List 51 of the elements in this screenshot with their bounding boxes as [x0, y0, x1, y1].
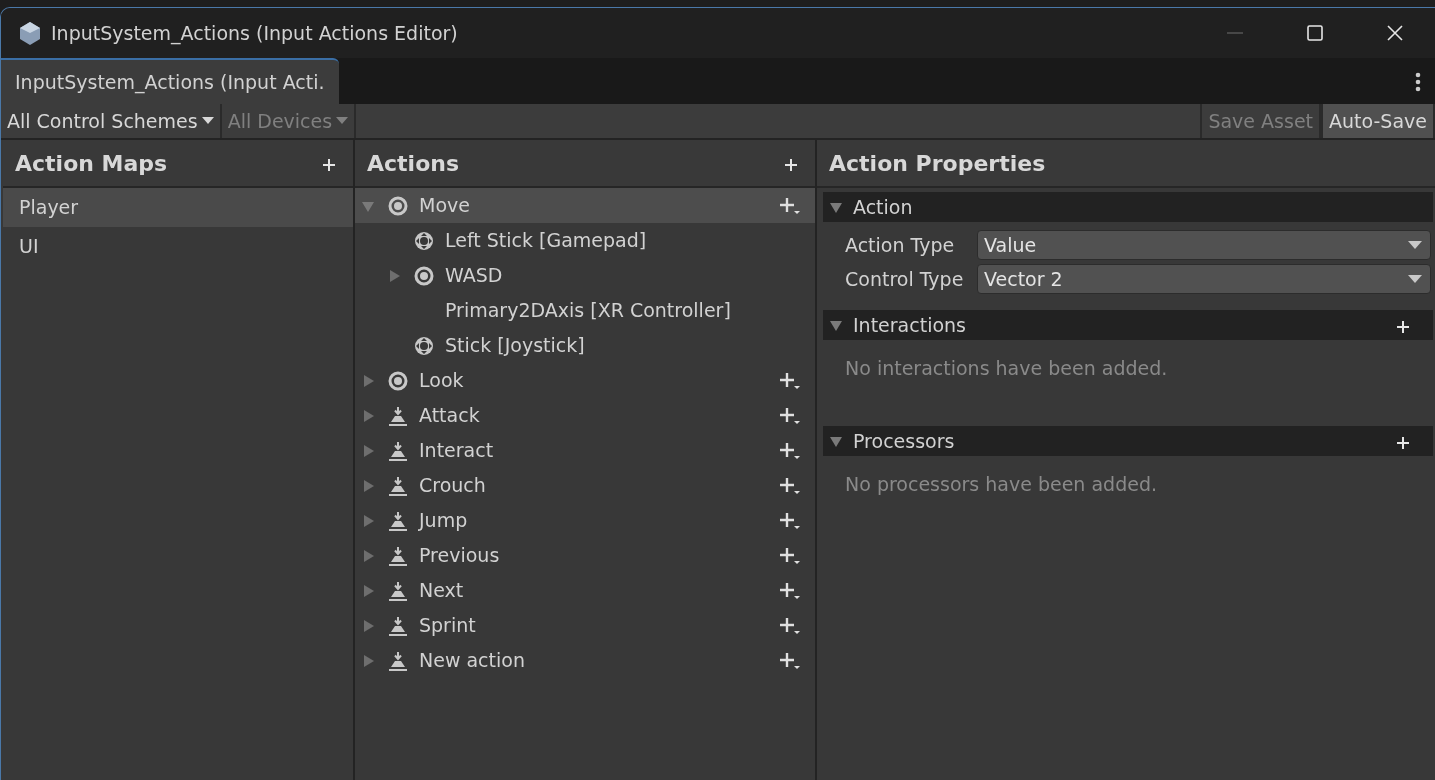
panel-title: Actions: [367, 149, 459, 178]
section-title: Interactions: [853, 312, 967, 338]
action-label[interactable]: Previous: [419, 541, 500, 570]
editor-tab[interactable]: InputSystem_Actions (Input Acti.: [1, 58, 339, 104]
section-title: Processors: [853, 428, 956, 454]
stick-binding-icon: [414, 230, 434, 251]
button-action-icon: [388, 440, 408, 461]
button-action-icon: [388, 405, 408, 426]
auto-save-toggle[interactable]: Auto-Save: [1321, 104, 1435, 138]
close-icon[interactable]: [1386, 24, 1404, 42]
maximize-icon[interactable]: [1306, 24, 1324, 42]
section-title: Action: [853, 194, 914, 220]
action-label[interactable]: Jump: [419, 506, 468, 535]
button-action-icon: [388, 615, 408, 636]
action-label[interactable]: Look: [419, 366, 464, 395]
binding-label[interactable]: Left Stick [Gamepad]: [445, 226, 647, 255]
type-dropdown[interactable]: Vector 2: [977, 264, 1431, 294]
stick-binding-icon: [414, 335, 434, 356]
type-dropdown[interactable]: Value: [977, 230, 1431, 260]
caret-icon: [1408, 240, 1422, 250]
button-action-icon: [388, 475, 408, 496]
button-action-icon: [388, 650, 408, 671]
caret-icon: [201, 117, 214, 125]
empty-message: No processors have been added.: [844, 472, 1158, 497]
panel-title: Action Maps: [15, 149, 168, 178]
action-map-item[interactable]: Player: [3, 188, 353, 227]
empty-message: No interactions have been added.: [844, 356, 1169, 381]
action-label[interactable]: New action: [419, 646, 525, 675]
value-action-icon: [388, 370, 408, 391]
action-label[interactable]: Sprint: [419, 611, 476, 640]
button-action-icon: [388, 545, 408, 566]
binding-label[interactable]: WASD: [445, 261, 503, 290]
composite-binding-icon: [414, 265, 434, 286]
caret-icon: [1408, 274, 1422, 284]
binding-label[interactable]: Stick [Joystick]: [445, 331, 585, 360]
value-action-icon: [388, 195, 408, 216]
binding-label[interactable]: Primary2DAxis [XR Controller]: [445, 296, 731, 325]
action-label[interactable]: Crouch: [419, 471, 486, 500]
action-label[interactable]: Move: [419, 191, 470, 220]
caret-icon: [336, 117, 349, 125]
cube-logo-icon: [17, 20, 43, 46]
action-label[interactable]: Interact: [419, 436, 494, 465]
button-action-icon: [388, 510, 408, 531]
button-action-icon: [388, 580, 408, 601]
action-map-item[interactable]: UI: [3, 227, 353, 266]
panel-title: Action Properties: [829, 149, 1046, 178]
window-title: InputSystem_Actions (Input Actions Editor): [51, 20, 459, 47]
action-label[interactable]: Attack: [419, 401, 480, 430]
field-label: Action Type: [844, 232, 956, 258]
action-label[interactable]: Next: [419, 576, 464, 605]
field-label: Control Type: [844, 266, 965, 292]
